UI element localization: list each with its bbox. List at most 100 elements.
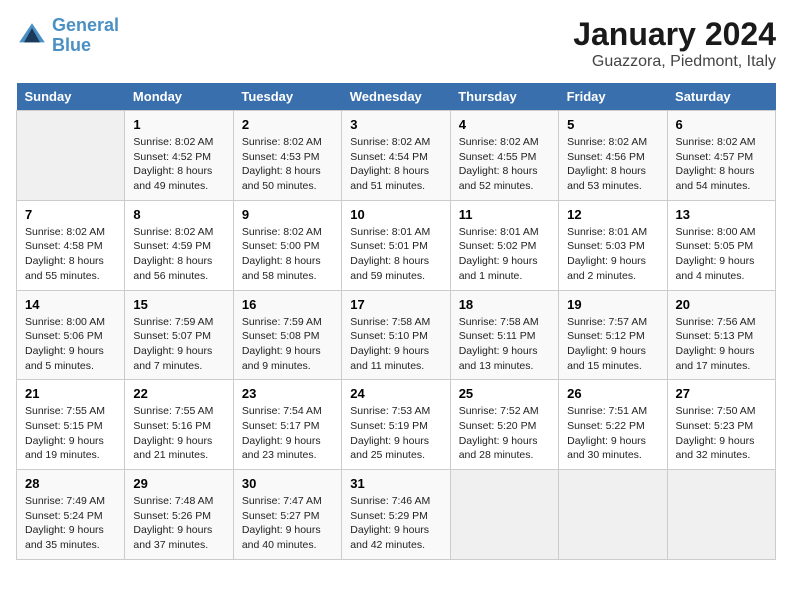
day-info: Sunrise: 7:53 AMSunset: 5:19 PMDaylight:… xyxy=(350,404,441,463)
calendar-day-cell xyxy=(450,470,558,560)
calendar-day-cell: 29 Sunrise: 7:48 AMSunset: 5:26 PMDayligh… xyxy=(125,470,233,560)
calendar-day-cell: 6 Sunrise: 8:02 AMSunset: 4:57 PMDaylight… xyxy=(667,111,775,201)
calendar-day-cell: 18 Sunrise: 7:58 AMSunset: 5:11 PMDayligh… xyxy=(450,290,558,380)
day-info: Sunrise: 7:52 AMSunset: 5:20 PMDaylight:… xyxy=(459,404,550,463)
day-info: Sunrise: 8:00 AMSunset: 5:05 PMDaylight:… xyxy=(676,225,767,284)
day-info: Sunrise: 7:49 AMSunset: 5:24 PMDaylight:… xyxy=(25,494,116,553)
day-number: 25 xyxy=(459,386,550,401)
calendar-day-cell xyxy=(17,111,125,201)
title-block: January 2024 Guazzora, Piedmont, Italy xyxy=(573,16,776,71)
calendar-day-cell: 14Sunrise: 8:00 AMSunset: 5:06 PMDayligh… xyxy=(17,290,125,380)
calendar-week-row: 21 Sunrise: 7:55 AMSunset: 5:15 PMDayligh… xyxy=(17,380,776,470)
logo: General Blue xyxy=(16,16,119,56)
day-number: 16 xyxy=(242,297,333,312)
day-info: Sunrise: 7:56 AMSunset: 5:13 PMDaylight:… xyxy=(676,315,767,374)
day-number: 9 xyxy=(242,207,333,222)
day-info: Sunrise: 8:02 AMSunset: 4:53 PMDaylight:… xyxy=(242,135,333,194)
calendar-day-cell: 31 Sunrise: 7:46 AMSunset: 5:29 PMDayligh… xyxy=(342,470,450,560)
day-number: 21 xyxy=(25,386,116,401)
day-info: Sunrise: 8:00 AMSunset: 5:06 PMDaylight:… xyxy=(25,315,116,374)
day-number: 20 xyxy=(676,297,767,312)
day-info: Sunrise: 7:58 AMSunset: 5:11 PMDaylight:… xyxy=(459,315,550,374)
calendar-week-row: 1 Sunrise: 8:02 AMSunset: 4:52 PMDaylight… xyxy=(17,111,776,201)
day-number: 29 xyxy=(133,476,224,491)
day-info: Sunrise: 8:02 AMSunset: 4:56 PMDaylight:… xyxy=(567,135,658,194)
day-info: Sunrise: 8:02 AMSunset: 4:58 PMDaylight:… xyxy=(25,225,116,284)
calendar-day-cell: 23 Sunrise: 7:54 AMSunset: 5:17 PMDayligh… xyxy=(233,380,341,470)
logo-text: General Blue xyxy=(52,16,119,56)
day-info: Sunrise: 7:46 AMSunset: 5:29 PMDaylight:… xyxy=(350,494,441,553)
day-info: Sunrise: 7:48 AMSunset: 5:26 PMDaylight:… xyxy=(133,494,224,553)
calendar-day-cell: 19 Sunrise: 7:57 AMSunset: 5:12 PMDayligh… xyxy=(559,290,667,380)
calendar-day-cell: 3 Sunrise: 8:02 AMSunset: 4:54 PMDaylight… xyxy=(342,111,450,201)
day-number: 31 xyxy=(350,476,441,491)
calendar-day-cell: 24Sunrise: 7:53 AMSunset: 5:19 PMDayligh… xyxy=(342,380,450,470)
calendar-day-cell: 15 Sunrise: 7:59 AMSunset: 5:07 PMDayligh… xyxy=(125,290,233,380)
calendar-day-cell xyxy=(559,470,667,560)
day-info: Sunrise: 8:02 AMSunset: 5:00 PMDaylight:… xyxy=(242,225,333,284)
day-number: 19 xyxy=(567,297,658,312)
day-info: Sunrise: 7:51 AMSunset: 5:22 PMDaylight:… xyxy=(567,404,658,463)
day-of-week-header: Monday xyxy=(125,83,233,111)
day-info: Sunrise: 8:02 AMSunset: 4:52 PMDaylight:… xyxy=(133,135,224,194)
calendar-day-cell: 16 Sunrise: 7:59 AMSunset: 5:08 PMDayligh… xyxy=(233,290,341,380)
day-number: 10 xyxy=(350,207,441,222)
day-number: 15 xyxy=(133,297,224,312)
day-number: 13 xyxy=(676,207,767,222)
day-number: 6 xyxy=(676,117,767,132)
day-info: Sunrise: 8:02 AMSunset: 4:55 PMDaylight:… xyxy=(459,135,550,194)
calendar-day-cell: 1 Sunrise: 8:02 AMSunset: 4:52 PMDaylight… xyxy=(125,111,233,201)
day-info: Sunrise: 7:59 AMSunset: 5:08 PMDaylight:… xyxy=(242,315,333,374)
calendar-day-cell: 9 Sunrise: 8:02 AMSunset: 5:00 PMDaylight… xyxy=(233,200,341,290)
day-number: 11 xyxy=(459,207,550,222)
day-number: 8 xyxy=(133,207,224,222)
logo-icon xyxy=(16,20,48,52)
day-info: Sunrise: 8:02 AMSunset: 4:54 PMDaylight:… xyxy=(350,135,441,194)
day-of-week-header: Friday xyxy=(559,83,667,111)
calendar-day-cell: 7 Sunrise: 8:02 AMSunset: 4:58 PMDaylight… xyxy=(17,200,125,290)
day-number: 26 xyxy=(567,386,658,401)
day-info: Sunrise: 8:02 AMSunset: 4:59 PMDaylight:… xyxy=(133,225,224,284)
calendar-table: SundayMondayTuesdayWednesdayThursdayFrid… xyxy=(16,83,776,560)
day-info: Sunrise: 7:57 AMSunset: 5:12 PMDaylight:… xyxy=(567,315,658,374)
day-of-week-header: Tuesday xyxy=(233,83,341,111)
calendar-day-cell: 10 Sunrise: 8:01 AMSunset: 5:01 PMDayligh… xyxy=(342,200,450,290)
day-number: 17 xyxy=(350,297,441,312)
day-number: 27 xyxy=(676,386,767,401)
day-info: Sunrise: 8:01 AMSunset: 5:02 PMDaylight:… xyxy=(459,225,550,284)
day-of-week-header: Saturday xyxy=(667,83,775,111)
day-info: Sunrise: 7:55 AMSunset: 5:15 PMDaylight:… xyxy=(25,404,116,463)
day-of-week-header: Wednesday xyxy=(342,83,450,111)
calendar-day-cell: 17Sunrise: 7:58 AMSunset: 5:10 PMDayligh… xyxy=(342,290,450,380)
calendar-day-cell: 30Sunrise: 7:47 AMSunset: 5:27 PMDayligh… xyxy=(233,470,341,560)
day-number: 1 xyxy=(133,117,224,132)
logo-general: General xyxy=(52,15,119,35)
day-number: 5 xyxy=(567,117,658,132)
day-info: Sunrise: 8:02 AMSunset: 4:57 PMDaylight:… xyxy=(676,135,767,194)
day-number: 23 xyxy=(242,386,333,401)
day-info: Sunrise: 7:50 AMSunset: 5:23 PMDaylight:… xyxy=(676,404,767,463)
day-number: 3 xyxy=(350,117,441,132)
day-number: 18 xyxy=(459,297,550,312)
calendar-day-cell: 4Sunrise: 8:02 AMSunset: 4:55 PMDaylight… xyxy=(450,111,558,201)
calendar-day-cell: 11 Sunrise: 8:01 AMSunset: 5:02 PMDayligh… xyxy=(450,200,558,290)
calendar-header-row: SundayMondayTuesdayWednesdayThursdayFrid… xyxy=(17,83,776,111)
calendar-week-row: 7 Sunrise: 8:02 AMSunset: 4:58 PMDaylight… xyxy=(17,200,776,290)
calendar-subtitle: Guazzora, Piedmont, Italy xyxy=(573,53,776,71)
day-number: 2 xyxy=(242,117,333,132)
day-info: Sunrise: 8:01 AMSunset: 5:01 PMDaylight:… xyxy=(350,225,441,284)
day-number: 30 xyxy=(242,476,333,491)
calendar-day-cell: 2 Sunrise: 8:02 AMSunset: 4:53 PMDaylight… xyxy=(233,111,341,201)
day-info: Sunrise: 7:54 AMSunset: 5:17 PMDaylight:… xyxy=(242,404,333,463)
day-info: Sunrise: 8:01 AMSunset: 5:03 PMDaylight:… xyxy=(567,225,658,284)
day-info: Sunrise: 7:59 AMSunset: 5:07 PMDaylight:… xyxy=(133,315,224,374)
day-number: 7 xyxy=(25,207,116,222)
calendar-day-cell: 12Sunrise: 8:01 AMSunset: 5:03 PMDayligh… xyxy=(559,200,667,290)
day-info: Sunrise: 7:55 AMSunset: 5:16 PMDaylight:… xyxy=(133,404,224,463)
calendar-day-cell xyxy=(667,470,775,560)
calendar-title: January 2024 xyxy=(573,16,776,53)
day-of-week-header: Thursday xyxy=(450,83,558,111)
calendar-day-cell: 20 Sunrise: 7:56 AMSunset: 5:13 PMDayligh… xyxy=(667,290,775,380)
calendar-week-row: 14Sunrise: 8:00 AMSunset: 5:06 PMDayligh… xyxy=(17,290,776,380)
calendar-day-cell: 26 Sunrise: 7:51 AMSunset: 5:22 PMDayligh… xyxy=(559,380,667,470)
